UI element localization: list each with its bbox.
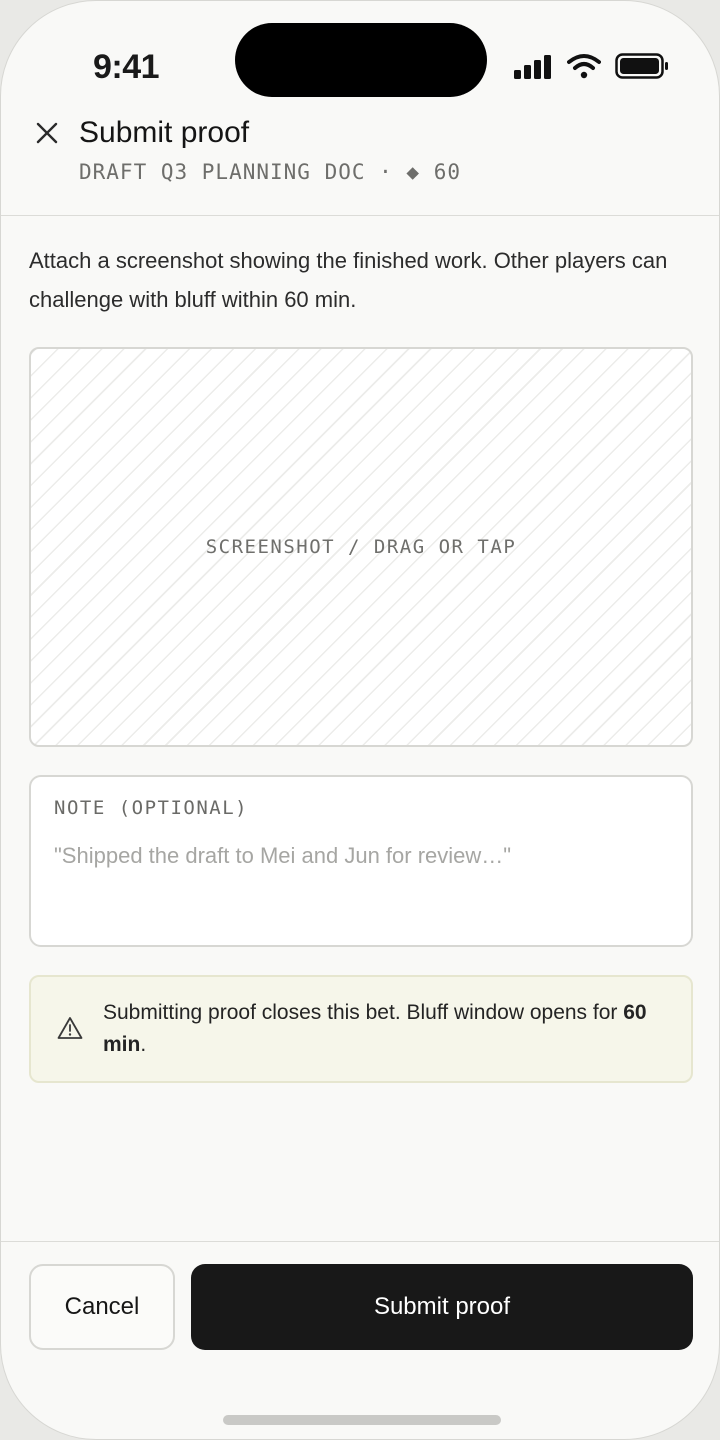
instructions-text: Attach a screenshot showing the finished… [29,248,668,312]
screenshot-dropzone[interactable]: SCREENSHOT / DRAG OR TAP [29,347,693,747]
page-title: Submit proof [79,116,250,149]
signal-icon [514,55,551,79]
dropzone-label: SCREENSHOT / DRAG OR TAP [205,536,517,558]
warning-text-main: Submitting proof closes this bet. Bluff … [103,1001,624,1024]
submit-proof-button[interactable]: Submit proof [191,1264,693,1350]
cancel-button[interactable]: Cancel [29,1264,175,1350]
warning-banner: Submitting proof closes this bet. Bluff … [29,975,693,1083]
warning-icon [57,1017,83,1039]
phone-screen: 9:41 Submit proof DRAFT Q3 PLANNING DOC … [0,0,720,1440]
warning-text-end: . [140,1033,147,1056]
status-time: 9:41 [93,48,160,86]
wifi-icon [567,54,601,79]
dynamic-island [235,23,487,97]
home-indicator[interactable] [223,1415,501,1425]
bet-subtitle: DRAFT Q3 PLANNING DOC · ◆ 60 [79,160,462,184]
warning-text: Submitting proof closes this bet. Bluff … [103,997,673,1061]
note-label: NOTE (OPTIONAL) [54,797,249,819]
header: Submit proof DRAFT Q3 PLANNING DOC · ◆ 6… [1,111,719,216]
footer-actions: Cancel Submit proof [1,1241,719,1439]
battery-icon [615,53,668,79]
note-placeholder: "Shipped the draft to Mei and Jun for re… [54,843,512,868]
note-field[interactable]: NOTE (OPTIONAL) "Shipped the draft to Me… [29,775,693,947]
close-button[interactable] [29,115,65,151]
status-bar: 9:41 [1,1,719,111]
close-icon [36,122,58,144]
